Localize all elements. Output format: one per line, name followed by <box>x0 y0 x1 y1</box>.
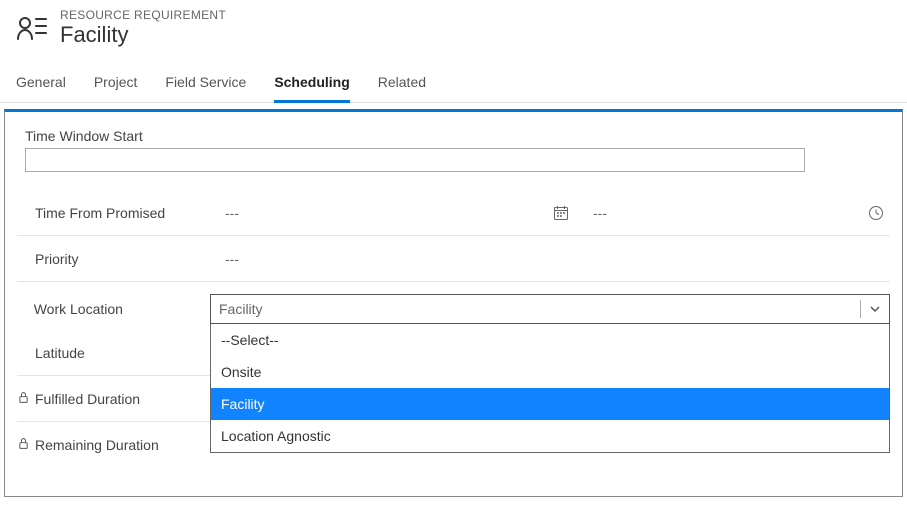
tab-field-service[interactable]: Field Service <box>165 64 246 103</box>
tab-general[interactable]: General <box>16 64 66 103</box>
tab-scheduling[interactable]: Scheduling <box>274 64 349 103</box>
lock-icon <box>17 437 30 453</box>
row-time-from-promised: Time From Promised --- <box>17 190 890 236</box>
fulfilled-duration-label: Fulfilled Duration <box>35 391 225 407</box>
time-window-start-label: Time Window Start <box>25 128 882 144</box>
time-window-start-input[interactable] <box>25 148 805 172</box>
priority-value[interactable]: --- <box>225 251 239 267</box>
work-location-dropdown: --Select-- Onsite Facility Location Agno… <box>210 324 890 453</box>
work-location-select[interactable]: Facility <box>210 294 890 324</box>
remaining-duration-label: Remaining Duration <box>35 437 225 453</box>
row-work-location: Work Location Facility --Select-- Onsite… <box>17 282 890 330</box>
tab-related[interactable]: Related <box>378 64 426 103</box>
time-from-promised-value-2[interactable]: --- <box>593 205 607 221</box>
breadcrumb: RESOURCE REQUIREMENT <box>60 8 226 22</box>
work-location-option-location-agnostic[interactable]: Location Agnostic <box>211 420 889 452</box>
latitude-label: Latitude <box>35 345 85 361</box>
tab-bar: General Project Field Service Scheduling… <box>0 64 907 103</box>
clock-icon[interactable] <box>868 205 890 221</box>
priority-label: Priority <box>35 251 225 267</box>
work-location-option-select[interactable]: --Select-- <box>211 324 889 356</box>
chevron-down-icon <box>860 300 881 318</box>
row-priority: Priority --- <box>17 236 890 282</box>
person-list-icon <box>16 12 48 44</box>
lock-icon <box>17 391 30 407</box>
calendar-icon[interactable] <box>553 205 569 221</box>
work-location-label: Work Location <box>34 301 210 317</box>
tab-project[interactable]: Project <box>94 64 138 103</box>
page-title: Facility <box>60 22 226 48</box>
time-from-promised-label: Time From Promised <box>35 205 225 221</box>
form-panel: Time Window Start Time From Promised --- <box>4 109 903 497</box>
work-location-option-facility[interactable]: Facility <box>211 388 889 420</box>
work-location-selected-value: Facility <box>219 301 263 317</box>
time-from-promised-value-1[interactable]: --- <box>225 205 239 221</box>
work-location-option-onsite[interactable]: Onsite <box>211 356 889 388</box>
